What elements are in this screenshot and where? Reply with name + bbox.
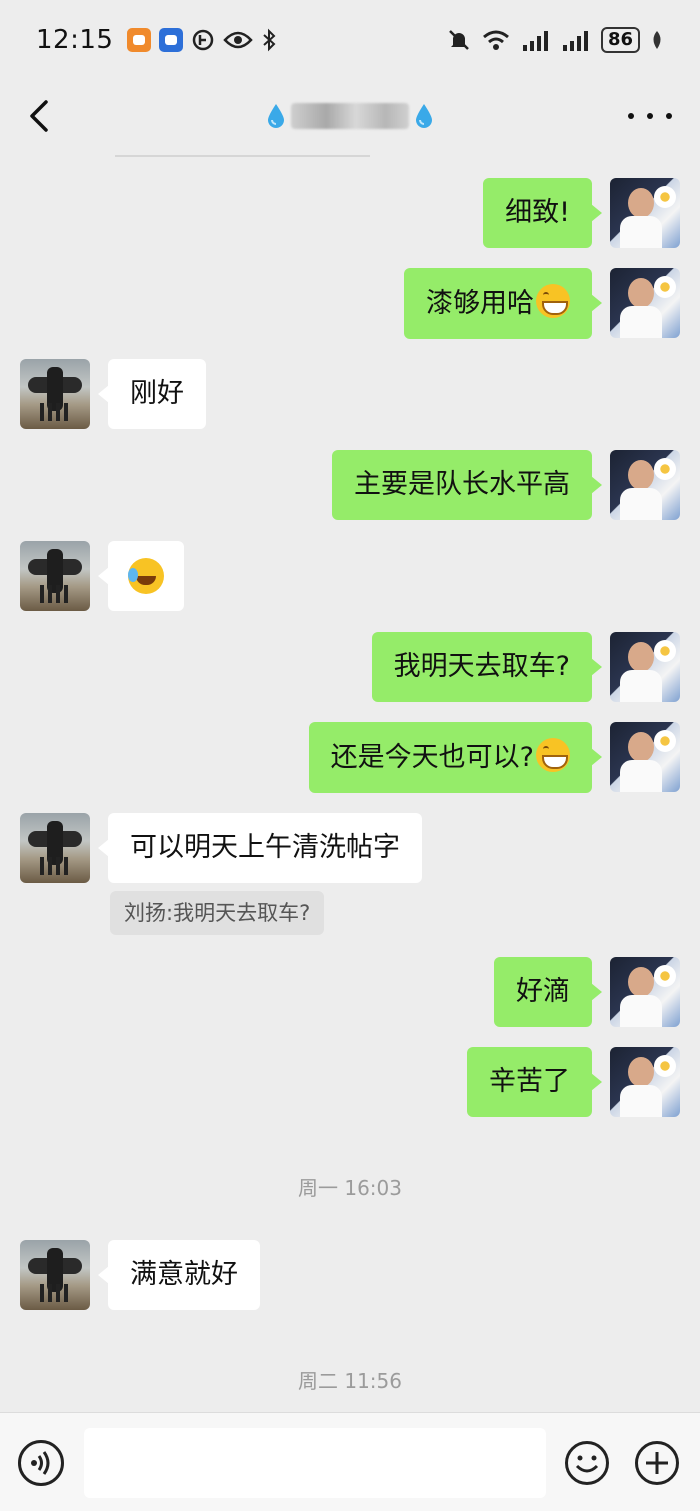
message-bubble[interactable]: 漆够用哈 xyxy=(404,268,602,339)
avatar[interactable] xyxy=(610,632,680,702)
message-text: 刚好 xyxy=(130,378,184,409)
status-time: 12:15 xyxy=(36,25,114,55)
avatar[interactable] xyxy=(610,450,680,520)
message-row: 还是今天也可以? xyxy=(308,722,680,793)
message-row: 辛苦了 xyxy=(467,1047,680,1117)
voice-icon[interactable] xyxy=(18,1440,64,1486)
back-icon[interactable] xyxy=(22,96,58,136)
emoji-icon[interactable] xyxy=(564,1440,610,1486)
status-system-icons: 86 xyxy=(447,27,664,53)
battery-level: 86 xyxy=(600,27,640,53)
timestamp: 周一 16:03 xyxy=(298,1176,402,1200)
message-bubble[interactable]: 好滴 xyxy=(494,957,602,1027)
message-row: 满意就好 xyxy=(20,1240,260,1310)
wifi-icon xyxy=(482,30,509,50)
message-bubble[interactable]: 主要是队长水平高 xyxy=(332,450,602,520)
grin-emoji-icon xyxy=(536,284,570,318)
message-row: 刚好 xyxy=(20,359,206,429)
avatar[interactable] xyxy=(20,1240,90,1310)
status-bar: 12:15 86 xyxy=(0,0,700,80)
input-bar xyxy=(0,1412,700,1511)
avatar[interactable] xyxy=(610,1047,680,1117)
timestamp: 周二 11:56 xyxy=(298,1369,402,1393)
chat-title xyxy=(267,103,433,129)
avatar[interactable] xyxy=(20,359,90,429)
eye-icon xyxy=(223,31,254,49)
avatar[interactable] xyxy=(20,541,90,611)
message-bubble[interactable]: 刚好 xyxy=(98,359,206,429)
laugh-cry-emoji-icon xyxy=(128,558,164,594)
contact-name-blurred xyxy=(291,103,409,129)
message-text: 辛苦了 xyxy=(489,1066,570,1097)
message-row: 主要是队长水平高 xyxy=(332,450,680,520)
signal-icon xyxy=(562,31,588,51)
message-text: 我明天去取车? xyxy=(393,651,570,682)
message-bubble[interactable]: 还是今天也可以? xyxy=(308,722,603,793)
message-bubble[interactable]: 可以明天上午清洗帖字 xyxy=(98,813,422,883)
water-drop-icon xyxy=(416,104,432,128)
avatar[interactable] xyxy=(610,268,680,338)
message-bubble[interactable]: 细致! xyxy=(483,178,602,248)
message-text: 还是今天也可以? xyxy=(330,742,534,773)
bluetooth-icon xyxy=(263,28,276,52)
avatar[interactable] xyxy=(20,813,90,883)
message-row: 我明天去取车? xyxy=(371,632,680,702)
message-bubble[interactable]: 辛苦了 xyxy=(467,1047,602,1117)
water-drop-icon xyxy=(268,104,284,128)
avatar[interactable] xyxy=(610,178,680,248)
message-text: 好滴 xyxy=(516,976,570,1007)
message-bubble[interactable] xyxy=(98,541,184,611)
message-text: 满意就好 xyxy=(130,1259,238,1290)
chat-header xyxy=(0,80,700,152)
grin-emoji-icon xyxy=(536,738,570,772)
header-divider xyxy=(115,155,370,157)
message-row: 细致! xyxy=(483,178,680,248)
mute-icon xyxy=(449,30,469,50)
avatar[interactable] xyxy=(610,722,680,792)
avatar[interactable] xyxy=(610,957,680,1027)
status-notification-icons xyxy=(127,28,277,52)
message-row: 可以明天上午清洗帖字 xyxy=(20,813,422,883)
message-row: 漆够用哈 xyxy=(404,268,680,339)
data-saver-icon xyxy=(193,29,214,51)
message-row xyxy=(20,541,184,611)
quoted-message[interactable]: 刘扬:我明天去取车? xyxy=(110,891,325,935)
message-bubble[interactable]: 满意就好 xyxy=(98,1240,260,1310)
plus-icon[interactable] xyxy=(634,1440,680,1486)
signal-icon xyxy=(522,31,548,51)
message-row: 好滴 xyxy=(494,957,680,1027)
message-bubble[interactable]: 我明天去取车? xyxy=(371,632,603,702)
message-text: 漆够用哈 xyxy=(426,288,534,319)
message-text: 主要是队长水平高 xyxy=(354,469,570,500)
message-text: 可以明天上午清洗帖字 xyxy=(130,832,400,863)
orange-app-icon xyxy=(127,28,152,52)
more-icon[interactable] xyxy=(628,100,672,132)
message-text: 细致! xyxy=(505,197,570,228)
message-input[interactable] xyxy=(84,1428,546,1498)
blue-app-icon xyxy=(159,28,184,52)
leaf-icon xyxy=(653,31,661,49)
